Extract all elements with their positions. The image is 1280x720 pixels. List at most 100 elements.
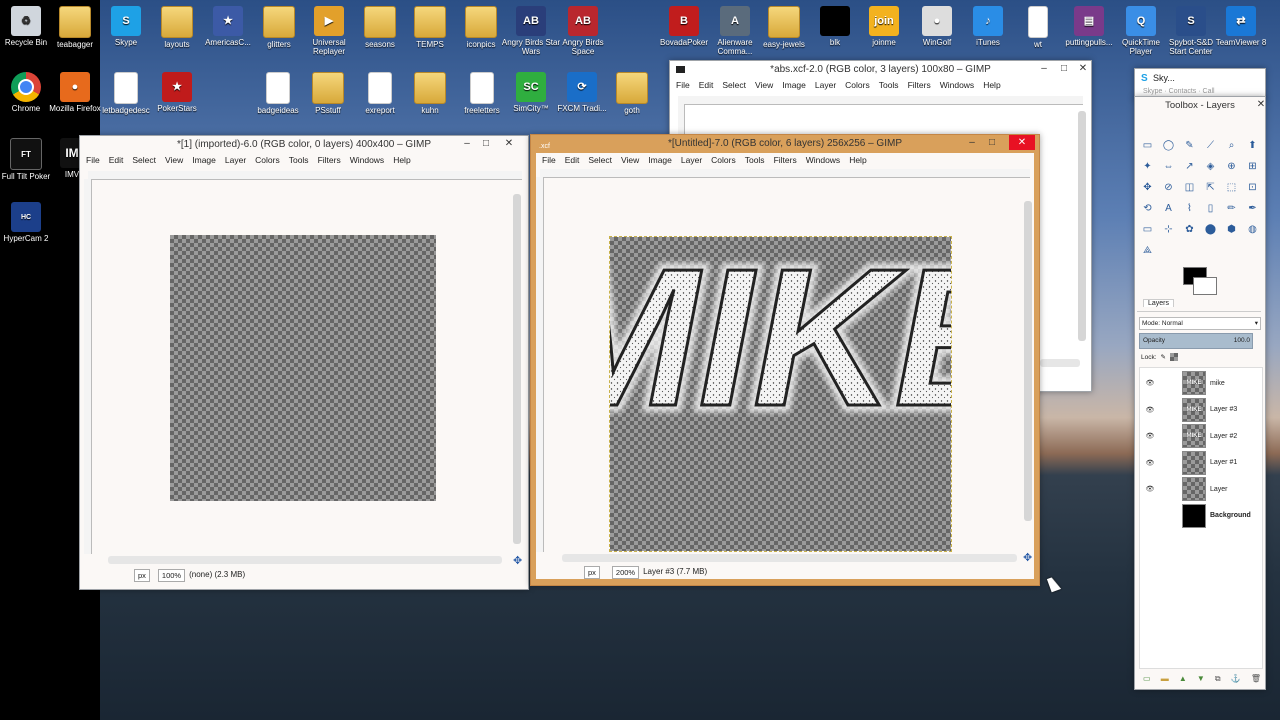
navigate-icon[interactable]: ✥ (513, 554, 522, 567)
tool-icon[interactable]: ⇱ (1202, 179, 1219, 196)
gimp-window-untitled[interactable]: .xcf *[Untitled]-7.0 (RGB color, 6 layer… (530, 134, 1040, 586)
horizontal-scrollbar[interactable] (1040, 359, 1080, 367)
image-canvas[interactable] (170, 235, 436, 501)
tool-icon[interactable]: ▭ (1139, 221, 1156, 238)
menu-item[interactable]: View (621, 153, 639, 168)
menu-item[interactable]: Windows (806, 153, 840, 168)
tool-icon[interactable]: ◈ (1202, 158, 1219, 175)
tool-icon[interactable]: ✒ (1244, 200, 1261, 217)
layer-row[interactable]: 👁 MIKE mike (1140, 370, 1260, 396)
menu-item[interactable]: Filters (318, 153, 341, 168)
tool-icon[interactable]: A (1160, 200, 1177, 217)
eye-icon[interactable]: 👁 (1140, 459, 1160, 467)
menu-item[interactable]: Edit (699, 78, 714, 93)
menu-item[interactable]: Help (849, 153, 866, 168)
desktop-icon[interactable]: ▤ puttingpulls... (1059, 6, 1119, 47)
desktop-icon[interactable]: join joinme (854, 6, 914, 47)
tool-icon[interactable]: ✏ (1223, 200, 1240, 217)
menu-item[interactable]: Windows (350, 153, 384, 168)
layer-row[interactable]: 👁 MIKE Layer #3 (1140, 397, 1260, 423)
desktop-icon-full-tilt[interactable]: FT Full Tilt Poker (0, 138, 56, 181)
window-titlebar[interactable]: .xcf *[Untitled]-7.0 (RGB color, 6 layer… (531, 135, 1039, 152)
menu-item[interactable]: Edit (565, 153, 580, 168)
new-layer-icon[interactable]: ▭ (1143, 674, 1151, 684)
tool-icon[interactable]: ⊕ (1223, 158, 1240, 175)
tool-icon[interactable]: ⊹ (1160, 221, 1177, 238)
desktop-icon[interactable]: AB Angry Birds Star Wars (501, 6, 561, 56)
menu-item[interactable]: Tools (289, 153, 309, 168)
menu-item[interactable]: Tools (879, 78, 899, 93)
gimp-toolbox-layers[interactable]: Toolbox - Layers ✕ ▭ ◯ ✎ ⟋ ⌕ ⬆ ✦ ⇔ ↗ ◈ ⊕ ⊞ ✥ ⊘ ◫ ⇱ ⬚ ⊡ ⟲ A ⌇… (1134, 96, 1266, 690)
window-titlebar[interactable]: *abs.xcf-2.0 (RGB color, 3 layers) 100x8… (670, 61, 1091, 78)
gimp-window-imported[interactable]: *[1] (imported)-6.0 (RGB color, 0 layers… (79, 135, 529, 590)
close-button[interactable]: ✕ (1255, 97, 1267, 112)
tool-icon[interactable]: ✿ (1181, 221, 1198, 238)
menu-item[interactable]: File (86, 153, 100, 168)
layer-row[interactable]: Background (1140, 503, 1260, 529)
minimize-button[interactable]: – (1033, 61, 1055, 76)
window-titlebar[interactable]: *[1] (imported)-6.0 (RGB color, 0 layers… (80, 136, 528, 153)
image-canvas[interactable]: MIKE MIKE (609, 236, 952, 552)
eye-icon[interactable]: 👁 (1140, 406, 1160, 414)
menu-item[interactable]: Tools (745, 153, 765, 168)
menu-item[interactable]: Colors (845, 78, 870, 93)
menu-item[interactable]: Help (393, 153, 410, 168)
unit-select[interactable]: px (134, 568, 150, 582)
bg-color-swatch[interactable] (1193, 277, 1217, 295)
anchor-layer-icon[interactable]: ⚓ (1231, 674, 1241, 684)
tool-icon[interactable]: ⊡ (1244, 179, 1261, 196)
desktop-icon[interactable]: PSstuff (298, 72, 358, 115)
tool-icon[interactable]: ⊞ (1244, 158, 1261, 175)
desktop-icon[interactable]: AB Angry Birds Space (553, 6, 613, 56)
menu-item[interactable]: Help (983, 78, 1000, 93)
delete-layer-icon[interactable]: 🗑 (1251, 674, 1261, 684)
tool-icon[interactable]: ⌇ (1181, 200, 1198, 217)
maximize-button[interactable]: □ (475, 136, 497, 151)
menu-item[interactable]: View (165, 153, 183, 168)
menu-item[interactable]: File (676, 78, 690, 93)
minimize-button[interactable]: – (961, 135, 983, 150)
menu-item[interactable]: Filters (774, 153, 797, 168)
tool-icon[interactable]: ◍ (1244, 221, 1261, 238)
menu-item[interactable]: Select (722, 78, 746, 93)
lower-layer-icon[interactable]: ▼ (1197, 674, 1205, 684)
zoom-select[interactable]: 100% (157, 568, 186, 582)
menu-item[interactable]: Edit (109, 153, 124, 168)
vertical-scrollbar[interactable] (1024, 201, 1032, 521)
tool-icon[interactable]: ⟋ (1202, 137, 1219, 154)
unit-select[interactable]: px (584, 565, 600, 579)
tab-layers[interactable]: Layers (1143, 299, 1175, 307)
tool-icon[interactable]: ⬢ (1223, 221, 1240, 238)
layer-row[interactable]: 👁 MIKE Layer #2 (1140, 423, 1260, 449)
desktop-icon[interactable]: ⇄ TeamViewer 8 (1211, 6, 1271, 47)
menu-item[interactable]: Image (648, 153, 672, 168)
menu-item[interactable]: Layer (225, 153, 246, 168)
tool-icon[interactable]: ⇔ (1160, 158, 1177, 175)
menu-item[interactable]: Layer (815, 78, 836, 93)
menu-item[interactable]: Filters (908, 78, 931, 93)
menu-item[interactable]: Select (132, 153, 156, 168)
new-group-icon[interactable]: ▬ (1161, 674, 1169, 684)
close-button[interactable]: ✕ (498, 136, 520, 151)
tool-icon[interactable]: ⬤ (1202, 221, 1219, 238)
menu-item[interactable]: Select (588, 153, 612, 168)
tool-icon[interactable]: ⬆ (1244, 137, 1261, 154)
eye-icon[interactable]: 👁 (1140, 485, 1160, 493)
tool-icon[interactable]: ✎ (1181, 137, 1198, 154)
tool-icon[interactable]: ▭ (1139, 137, 1156, 154)
tool-icon[interactable]: ▯ (1202, 200, 1219, 217)
tool-icon[interactable]: ⟲ (1139, 200, 1156, 217)
tool-icon[interactable]: ⌕ (1223, 137, 1240, 154)
mode-select[interactable]: Mode: Normal ▾ (1139, 317, 1261, 330)
tool-icon[interactable]: ⟁ (1139, 242, 1156, 259)
desktop-icon[interactable]: goth (602, 72, 662, 115)
vertical-scrollbar[interactable] (513, 194, 521, 544)
lock-alpha-icon[interactable] (1170, 353, 1178, 361)
tool-icon[interactable]: ⊘ (1160, 179, 1177, 196)
lock-pixels-icon[interactable]: ✎ (1161, 353, 1166, 361)
tool-icon[interactable]: ✦ (1139, 158, 1156, 175)
desktop-icon[interactable]: kuhn (400, 72, 460, 115)
horizontal-scrollbar[interactable] (108, 556, 502, 564)
desktop-icon[interactable]: ★ PokerStars (147, 72, 207, 113)
tool-icon[interactable]: ⬚ (1223, 179, 1240, 196)
